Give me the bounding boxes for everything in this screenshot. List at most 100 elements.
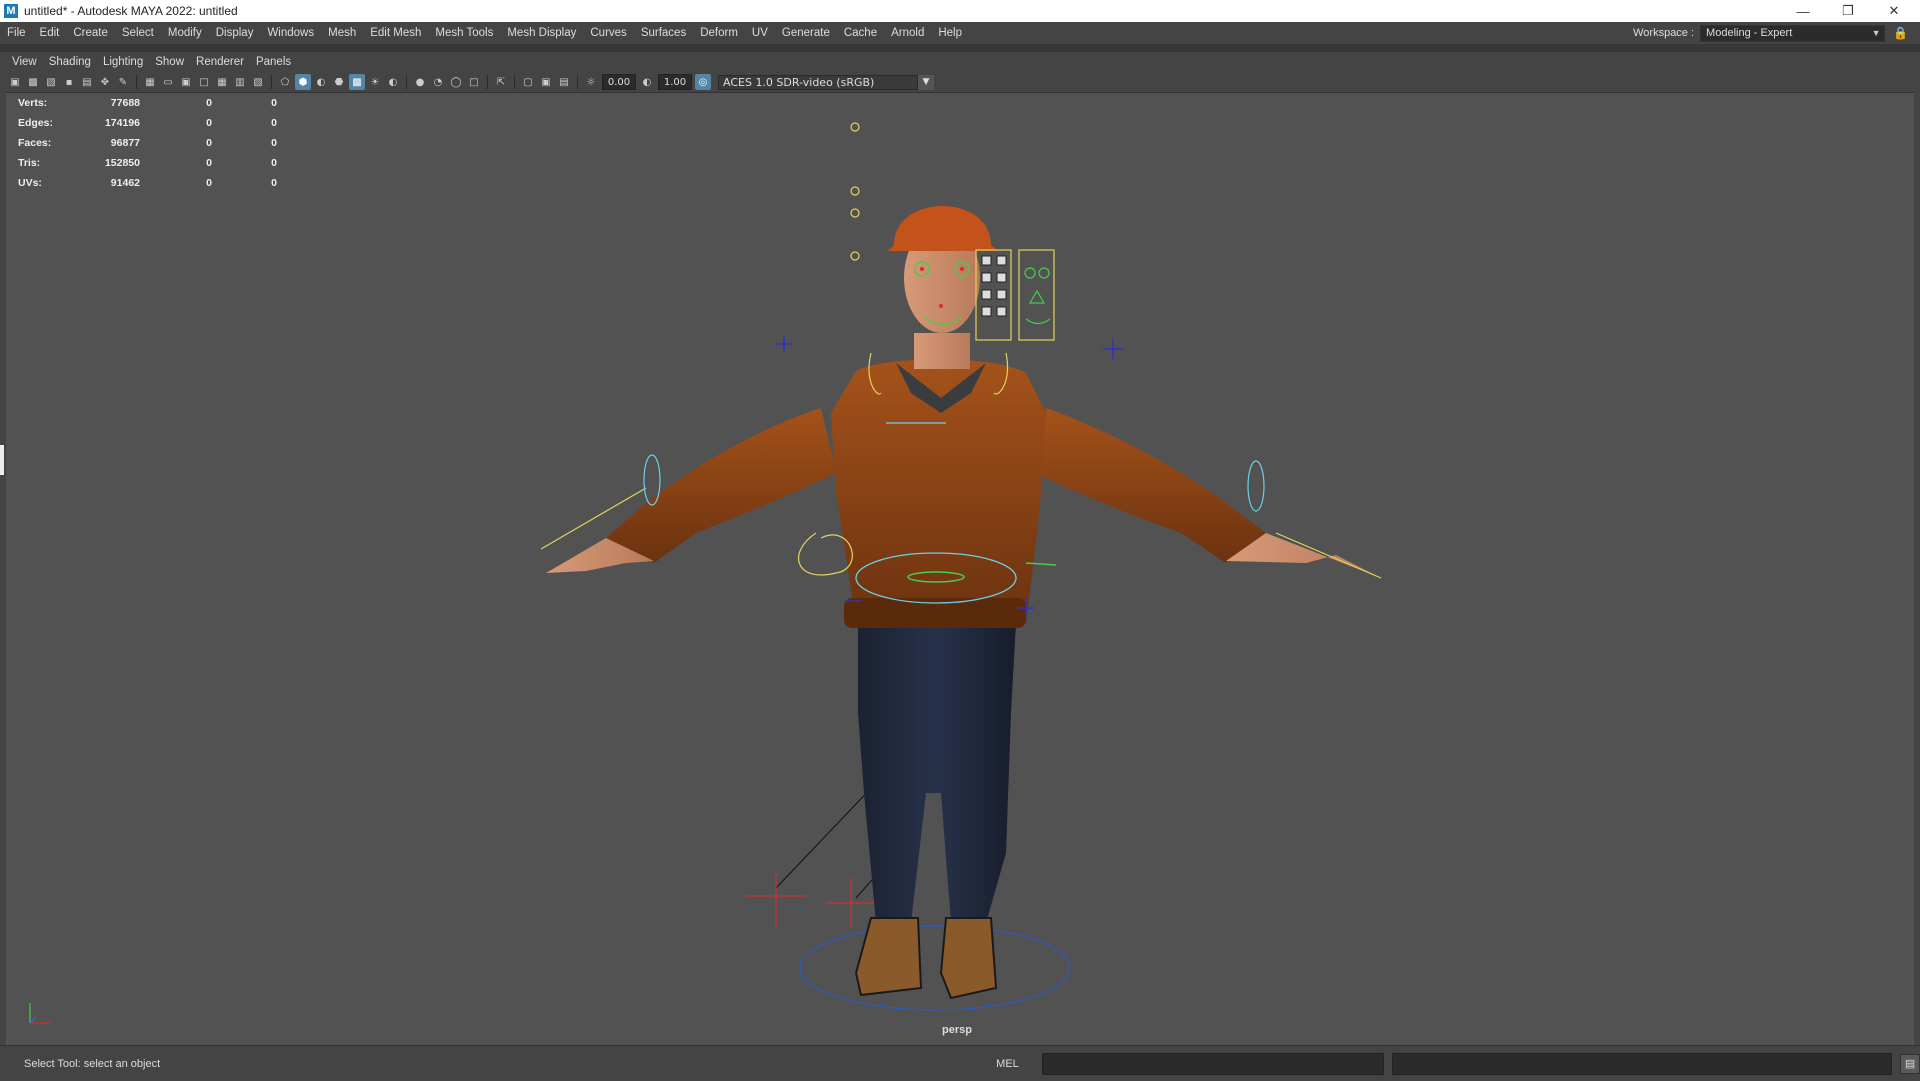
script-editor-icon[interactable]: ▤: [1900, 1053, 1920, 1074]
resolution-gate-icon[interactable]: ▣: [178, 74, 194, 90]
workspace-dropdown[interactable]: Modeling - Expert ▼: [1700, 24, 1886, 42]
main-menu-bar: File Edit Create Select Modify Display Windows…: [0, 22, 1920, 44]
gamma-icon[interactable]: ◐: [639, 74, 655, 90]
workspace-value: Modeling - Expert: [1706, 27, 1793, 39]
hip-swing-control: [798, 532, 853, 576]
film-gate-icon[interactable]: ▭: [160, 74, 176, 90]
ik-handle-line: [775, 782, 877, 889]
hud-value-total: 77688: [110, 97, 140, 109]
anti-aliasing-icon[interactable]: ◯: [448, 74, 464, 90]
menu-display[interactable]: Display: [209, 22, 261, 44]
view-transform-dropdown[interactable]: ACES 1.0 SDR-video (sRGB): [718, 74, 918, 90]
hud-row: Tris: 152850 0 0: [18, 153, 277, 173]
hud-value-uvs: 0: [271, 137, 277, 149]
menu-windows[interactable]: Windows: [260, 22, 321, 44]
xray-active-icon[interactable]: ▣: [538, 74, 554, 90]
menu-arnold[interactable]: Arnold: [884, 22, 931, 44]
minimize-button[interactable]: —: [1781, 0, 1825, 22]
image-plane-icon[interactable]: ▤: [79, 74, 95, 90]
panel-menu-shading[interactable]: Shading: [43, 56, 97, 68]
menu-deform[interactable]: Deform: [693, 22, 745, 44]
smooth-shade-icon[interactable]: ⬢: [295, 74, 311, 90]
wireframe-on-shaded-icon[interactable]: ⬣: [331, 74, 347, 90]
camera-bookmark-icon[interactable]: ▪: [61, 74, 77, 90]
hud-value-uvs: 0: [271, 157, 277, 169]
menu-mesh-display[interactable]: Mesh Display: [500, 22, 583, 44]
menu-edit[interactable]: Edit: [33, 22, 67, 44]
menu-surfaces[interactable]: Surfaces: [634, 22, 693, 44]
hud-row: Edges: 174196 0 0: [18, 113, 277, 133]
command-line-bar: Select Tool: select an object MEL ▤: [0, 1045, 1920, 1081]
lock-icon[interactable]: 🔒: [1893, 26, 1908, 40]
exposure-icon[interactable]: ☼: [583, 74, 599, 90]
grease-pencil-icon[interactable]: ✎: [115, 74, 131, 90]
menu-file[interactable]: File: [0, 22, 33, 44]
menu-curves[interactable]: Curves: [583, 22, 633, 44]
viewport-persp[interactable]: Verts: 77688 0 0 Edges: 174196 0 0 Faces: 96877 0 0…: [6, 93, 1914, 1045]
hud-value-uvs: 0: [271, 177, 277, 189]
workspace-selector: Workspace : Modeling - Expert ▼ 🔒: [1633, 24, 1908, 42]
xray-icon[interactable]: ▢: [520, 74, 536, 90]
toolbar-separator: [271, 75, 272, 89]
panel-menu-view[interactable]: View: [6, 56, 43, 68]
xray-joints-icon[interactable]: ▤: [556, 74, 572, 90]
hud-label: Verts:: [18, 97, 48, 109]
menu-select[interactable]: Select: [115, 22, 161, 44]
textured-icon[interactable]: ▩: [349, 74, 365, 90]
left-boot: [854, 917, 923, 997]
foot-locator: [746, 873, 886, 928]
menu-uv[interactable]: UV: [745, 22, 775, 44]
script-language-toggle[interactable]: MEL: [996, 1058, 1035, 1070]
2d-pan-zoom-icon[interactable]: ✥: [97, 74, 113, 90]
ambient-occlusion-icon[interactable]: ●: [412, 74, 428, 90]
bookmark-icon[interactable]: ▧: [43, 74, 59, 90]
chevron-down-icon: ▼: [1871, 28, 1881, 38]
panel-menu-renderer[interactable]: Renderer: [190, 56, 250, 68]
motion-blur-icon[interactable]: ◔: [430, 74, 446, 90]
chevron-down-icon[interactable]: ▼: [918, 74, 934, 90]
menu-cache[interactable]: Cache: [837, 22, 884, 44]
menu-mesh-tools[interactable]: Mesh Tools: [428, 22, 500, 44]
color-management-icon[interactable]: ◎: [695, 74, 711, 90]
depth-of-field-icon[interactable]: □: [466, 74, 482, 90]
menu-modify[interactable]: Modify: [161, 22, 209, 44]
menu-mesh[interactable]: Mesh: [321, 22, 363, 44]
close-button[interactable]: ✕: [1872, 0, 1916, 22]
panel-menu-lighting[interactable]: Lighting: [97, 56, 149, 68]
shadows-icon[interactable]: ◐: [385, 74, 401, 90]
hud-value-selected: 0: [206, 157, 212, 169]
exposure-field[interactable]: 0.00: [602, 74, 636, 90]
grid-icon[interactable]: ▦: [142, 74, 158, 90]
menu-generate[interactable]: Generate: [775, 22, 837, 44]
wireframe-icon[interactable]: ⬠: [277, 74, 293, 90]
panel-splitter-handle[interactable]: [0, 445, 4, 475]
gate-mask-icon[interactable]: □: [196, 74, 212, 90]
jeans: [858, 623, 1016, 923]
safe-title-icon[interactable]: ▧: [250, 74, 266, 90]
window-title: untitled* - Autodesk MAYA 2022: untitled: [24, 4, 238, 18]
hud-label: Tris:: [18, 157, 41, 169]
default-material-icon[interactable]: ◐: [313, 74, 329, 90]
toolbar-separator: [136, 75, 137, 89]
field-chart-icon[interactable]: ▦: [214, 74, 230, 90]
menu-create[interactable]: Create: [66, 22, 115, 44]
restore-button[interactable]: ❐: [1826, 0, 1870, 22]
menu-edit-mesh[interactable]: Edit Mesh: [363, 22, 428, 44]
camera-select-icon[interactable]: ▣: [7, 74, 23, 90]
panel-menu-show[interactable]: Show: [149, 56, 190, 68]
hard-hat: [888, 206, 998, 251]
menu-help[interactable]: Help: [931, 22, 969, 44]
gamma-field[interactable]: 1.00: [658, 74, 692, 90]
poly-count-hud: Verts: 77688 0 0 Edges: 174196 0 0 Faces: 96877 0 0…: [18, 93, 277, 193]
hud-value-total: 174196: [104, 117, 140, 129]
isolate-select-icon[interactable]: ⇱: [493, 74, 509, 90]
safe-action-icon[interactable]: ▥: [232, 74, 248, 90]
right-arm: [1036, 408, 1266, 563]
camera-attributes-icon[interactable]: ▩: [25, 74, 41, 90]
command-input[interactable]: [1041, 1052, 1384, 1075]
command-result: [1392, 1052, 1893, 1075]
lights-icon[interactable]: ☀: [367, 74, 383, 90]
panel-menu-panels[interactable]: Panels: [250, 56, 297, 68]
toolbar-separator: [487, 75, 488, 89]
workspace-label: Workspace :: [1633, 27, 1695, 39]
